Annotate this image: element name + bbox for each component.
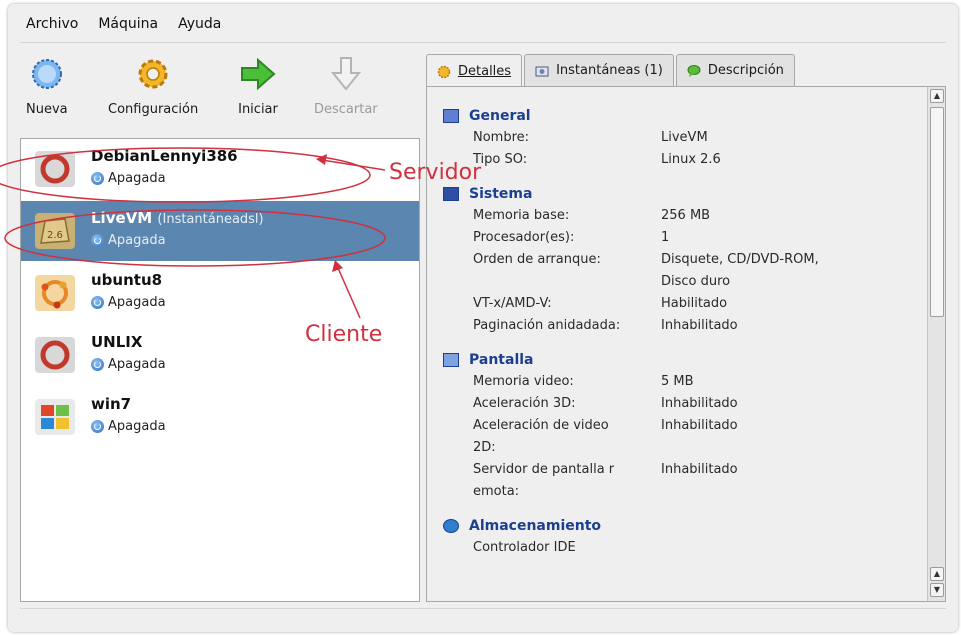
vm-name: DebianLennyi386 — [91, 147, 238, 165]
settings-button-label: Configuración — [108, 102, 199, 117]
start-button[interactable]: Iniciar — [238, 54, 278, 117]
ubuntu-icon — [35, 275, 75, 311]
svg-text:2.6: 2.6 — [47, 230, 63, 241]
property-row: 2D: — [473, 440, 496, 455]
start-button-label: Iniciar — [238, 102, 278, 117]
windows-icon — [35, 399, 75, 435]
camera-icon — [535, 64, 549, 78]
status-bar — [20, 608, 946, 626]
vm-state: Apagada — [91, 171, 166, 186]
section-general-title: General — [443, 105, 923, 127]
power-icon — [91, 296, 104, 309]
property-row: Paginación anidadada: Inhabilitado — [473, 318, 738, 333]
vm-state: Apagada — [91, 419, 166, 434]
scroll-up-button[interactable]: ▲ — [930, 89, 944, 103]
property-row: Memoria video: 5 MB — [473, 374, 694, 389]
gear-icon — [108, 54, 198, 94]
vm-name: UNLIX — [91, 333, 143, 351]
property-row: Memoria base: 256 MB — [473, 208, 711, 223]
section-storage: Almacenamiento Controlador IDE — [443, 515, 923, 559]
details-scrollbar[interactable]: ▲ ▲ ▼ — [927, 87, 945, 601]
vm-list-item-ubuntu8[interactable]: ubuntu8 Apagada — [21, 263, 419, 323]
vm-state: Apagada — [91, 357, 166, 372]
vm-name: LiveVM (Instantáneadsl) — [91, 209, 264, 227]
tab-detalles[interactable]: Detalles — [426, 54, 523, 88]
vm-name: win7 — [91, 395, 132, 413]
new-button-label: Nueva — [26, 102, 68, 117]
property-row: Nombre: LiveVM — [473, 130, 708, 145]
property-row: Tipo SO: Linux 2.6 — [473, 152, 721, 167]
display-icon — [443, 353, 459, 367]
property-row: Aceleración 3D: Inhabilitado — [473, 396, 738, 411]
vm-list-item-livevm[interactable]: 2.6 LiveVM (Instantáneadsl) Apagada — [21, 201, 419, 261]
property-row: VT-x/AMD-V: Habilitado — [473, 296, 728, 311]
speech-bubble-icon — [687, 64, 701, 78]
section-display-title: Pantalla — [443, 349, 923, 371]
linux-26-icon: 2.6 — [35, 213, 75, 249]
new-vm-icon — [26, 54, 68, 94]
new-button[interactable]: Nueva — [26, 54, 68, 117]
power-icon — [91, 172, 104, 185]
scroll-down-button[interactable]: ▼ — [930, 583, 944, 597]
virtualbox-window: Archivo Máquina Ayuda Nueva Configuració… — [8, 4, 958, 632]
power-icon — [91, 420, 104, 433]
vm-name: ubuntu8 — [91, 271, 163, 289]
property-row: Procesador(es): 1 — [473, 230, 670, 245]
debian-icon — [35, 337, 75, 373]
property-row: Orden de arranque: Disquete, CD/DVD-ROM, — [473, 252, 819, 267]
details-panel: General Nombre: LiveVM Tipo SO: Linux 2.6 … — [426, 86, 946, 602]
disk-icon — [443, 519, 459, 533]
tab-instantaneas-label: Instantáneas (1) — [556, 63, 663, 78]
tab-instantaneas[interactable]: Instantáneas (1) — [524, 54, 674, 86]
client-annotation: Cliente — [305, 322, 383, 347]
vm-list: DebianLennyi386 Apagada 2.6 LiveVM (Inst… — [20, 138, 420, 602]
power-icon — [91, 358, 104, 371]
debian-icon — [35, 151, 75, 187]
menu-ayuda[interactable]: Ayuda — [178, 16, 221, 38]
discard-button-label: Descartar — [314, 102, 378, 117]
down-arrow-icon — [314, 54, 378, 94]
menu-bar: Archivo Máquina Ayuda — [26, 16, 221, 38]
server-annotation: Servidor — [389, 160, 482, 185]
section-general: General Nombre: LiveVM Tipo SO: Linux 2.6 — [443, 105, 923, 171]
section-display: Pantalla Memoria video: 5 MB Aceleración … — [443, 349, 923, 503]
vm-list-item-debianlennyi386[interactable]: DebianLennyi386 Apagada — [21, 139, 419, 199]
monitor-icon — [443, 109, 459, 123]
property-row: Disco duro — [661, 274, 731, 289]
details-tabs: Detalles Instantáneas (1) Descripción — [426, 54, 797, 88]
gear-icon — [437, 65, 451, 79]
scroll-up-button-bottom[interactable]: ▲ — [930, 567, 944, 581]
tab-detalles-label: Detalles — [458, 64, 512, 79]
section-storage-title: Almacenamiento — [443, 515, 923, 537]
discard-button[interactable]: Descartar — [314, 54, 378, 117]
menu-archivo[interactable]: Archivo — [26, 16, 78, 38]
tab-descripcion[interactable]: Descripción — [675, 54, 795, 86]
property-row: emota: — [473, 484, 520, 499]
vm-list-item-win7[interactable]: win7 Apagada — [21, 387, 419, 447]
menu-maquina[interactable]: Máquina — [98, 16, 158, 38]
property-row: Controlador IDE — [473, 540, 576, 555]
property-row: Aceleración de video Inhabilitado — [473, 418, 738, 433]
vm-state: Apagada — [91, 233, 166, 248]
tab-descripcion-label: Descripción — [707, 63, 784, 78]
chip-icon — [443, 187, 459, 201]
scrollbar-thumb[interactable] — [930, 107, 944, 317]
property-row: Servidor de pantalla r Inhabilitado — [473, 462, 738, 477]
settings-button[interactable]: Configuración — [108, 54, 198, 117]
power-icon — [91, 234, 104, 247]
vm-state: Apagada — [91, 295, 166, 310]
section-system: Sistema Memoria base: 256 MB Procesador(e… — [443, 183, 923, 337]
section-system-title: Sistema — [443, 183, 923, 205]
green-arrow-icon — [238, 54, 278, 94]
menu-separator — [20, 42, 946, 43]
